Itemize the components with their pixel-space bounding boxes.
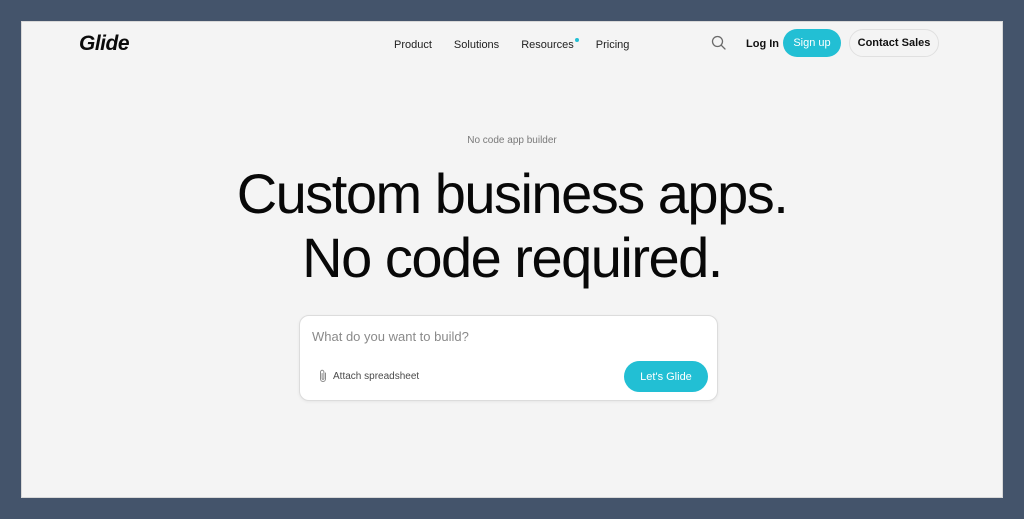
glide-logo[interactable]: Glide	[79, 32, 130, 56]
search-button[interactable]	[710, 34, 728, 52]
signup-button[interactable]: Sign up	[783, 29, 841, 57]
attach-spreadsheet-button[interactable]: Attach spreadsheet	[318, 369, 419, 383]
hero-headline-line-1: Custom business apps.	[236, 162, 789, 225]
new-indicator-dot	[574, 38, 579, 42]
attach-spreadsheet-label: Attach spreadsheet	[333, 370, 420, 382]
build-prompt-input[interactable]	[312, 326, 702, 346]
hero-headline: Custom business apps. No code required.	[22, 162, 1002, 290]
hero-headline-line-2: No code required.	[302, 226, 723, 289]
browser-page: Glide Product Solutions Resources Pricin…	[21, 21, 1003, 498]
nav-link-solutions[interactable]: Solutions	[454, 39, 499, 51]
nav-link-pricing[interactable]: Pricing	[596, 39, 630, 51]
paperclip-icon	[320, 369, 326, 382]
nav-link-product[interactable]: Product	[394, 39, 432, 51]
nav-link-resources[interactable]: Resources	[521, 38, 579, 51]
search-icon	[711, 35, 726, 50]
lets-glide-button[interactable]: Let's Glide	[624, 361, 708, 392]
prompt-box: Attach spreadsheet Let's Glide	[299, 315, 718, 401]
login-link[interactable]: Log In	[746, 38, 779, 50]
main-nav: Product Solutions Resources Pricing	[394, 38, 630, 51]
nav-link-resources-label: Resources	[521, 39, 574, 51]
contact-sales-button[interactable]: Contact Sales	[849, 29, 939, 57]
hero-eyebrow: No code app builder	[467, 135, 557, 146]
